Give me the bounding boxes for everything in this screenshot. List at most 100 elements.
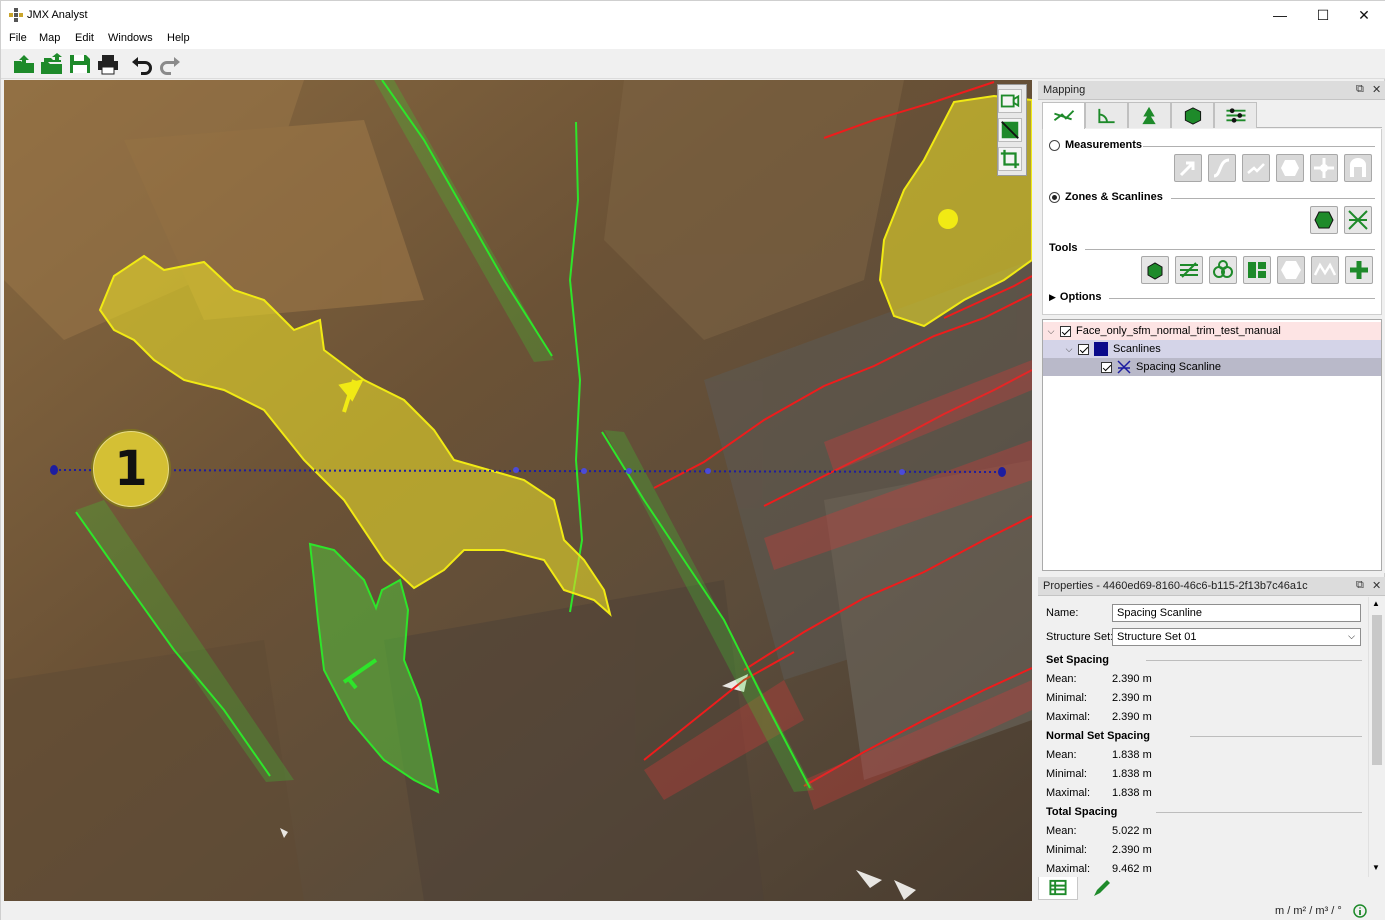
sets-tool-button[interactable] <box>1175 256 1203 284</box>
table-tab-icon[interactable] <box>1038 877 1078 900</box>
tree-row-scanlines[interactable]: ⌵ Scanlines <box>1043 340 1381 358</box>
block-tool-button[interactable] <box>1141 256 1169 284</box>
total-spacing-mean: 5.022 m <box>1112 825 1152 837</box>
plus-icon <box>1350 261 1368 279</box>
color-swatch <box>1094 342 1108 356</box>
spacing-scanline-tool-button[interactable] <box>1344 206 1372 234</box>
layout-icon <box>1248 262 1266 278</box>
zone-tool-button[interactable] <box>1310 206 1338 234</box>
block-tab-icon[interactable] <box>1171 102 1214 128</box>
set-spacing-title: Set Spacing <box>1046 654 1109 666</box>
open-project-icon[interactable] <box>40 53 64 75</box>
normal-set-spacing-title: Normal Set Spacing <box>1046 730 1150 742</box>
structure-set-label: Structure Set: <box>1046 631 1114 643</box>
menu-help[interactable]: Help <box>167 32 190 44</box>
print-icon[interactable] <box>96 53 120 75</box>
menu-map[interactable]: Map <box>39 32 60 44</box>
spacing-scanline-checkbox[interactable] <box>1101 361 1112 373</box>
undo-icon[interactable] <box>130 53 154 75</box>
total-spacing-min: 2.390 m <box>1112 844 1152 856</box>
scanline-tool-button[interactable] <box>1242 154 1270 182</box>
properties-body: Name: Spacing Scanline Structure Set: St… <box>1038 597 1368 877</box>
close-panel-icon[interactable]: ✕ <box>1372 579 1381 592</box>
chevron-down-icon[interactable]: ⌵ <box>1045 326 1057 337</box>
zones-radio[interactable] <box>1049 191 1060 203</box>
float-icon[interactable]: ⧉ <box>1356 83 1364 96</box>
zones-option[interactable]: Zones & Scanlines <box>1049 191 1163 203</box>
vegetation-tab-icon[interactable] <box>1128 102 1171 128</box>
close-panel-icon[interactable]: ✕ <box>1372 83 1381 96</box>
menu-file[interactable]: File <box>9 32 27 44</box>
mapping-content: Measurements Zones & Scanlines Tools ▶ O… <box>1042 129 1382 315</box>
scanlines-checkbox[interactable] <box>1078 343 1089 355</box>
camera-icon[interactable] <box>998 89 1022 113</box>
minimize-button[interactable]: — <box>1257 1 1303 29</box>
options-section[interactable]: ▶ Options <box>1049 291 1101 303</box>
app-logo-icon <box>9 8 23 22</box>
menu-edit[interactable]: Edit <box>75 32 94 44</box>
chevron-right-icon[interactable]: ▶ <box>1049 292 1056 303</box>
chevron-down-icon[interactable]: ⌵ <box>1063 344 1075 355</box>
tree-row-spacing-scanline[interactable]: Spacing Scanline <box>1043 358 1381 376</box>
polygon-icon <box>1281 160 1299 176</box>
surface-tool-button[interactable] <box>1277 256 1305 284</box>
structure-set-select[interactable]: Structure Set 01 ⌵ <box>1112 628 1361 646</box>
scroll-up-icon[interactable]: ▲ <box>1372 599 1380 608</box>
properties-scrollbar[interactable]: ▲ ▼ <box>1368 597 1384 877</box>
scroll-down-icon[interactable]: ▼ <box>1372 863 1380 872</box>
maximize-button[interactable]: ☐ <box>1300 1 1346 29</box>
crop-icon[interactable] <box>998 147 1022 171</box>
properties-panel-title: Properties - 4460ed69-8160-46c6-b115-2f1… <box>1043 580 1308 592</box>
chevron-down-icon: ⌵ <box>1348 631 1355 641</box>
callout-1: 1 <box>91 429 171 509</box>
wave-icon <box>1313 262 1337 276</box>
structure-set-value: Structure Set 01 <box>1117 631 1197 643</box>
tree-item-label: Spacing Scanline <box>1136 361 1222 373</box>
mapping-tabs <box>1042 102 1382 129</box>
face-plane-icon[interactable] <box>998 118 1022 142</box>
divider <box>1146 660 1362 661</box>
redo-icon[interactable] <box>158 53 182 75</box>
normal-spacing-mean-label: Mean: <box>1046 749 1077 761</box>
info-icon[interactable] <box>1353 904 1367 918</box>
profile-tool-button[interactable] <box>1311 256 1339 284</box>
main-toolbar <box>1 49 1385 79</box>
name-label: Name: <box>1046 607 1079 619</box>
sliders-tab-icon[interactable] <box>1214 102 1257 128</box>
status-bar: m / m² / m³ / ° <box>1 901 1385 920</box>
tree-group-label: Scanlines <box>1113 343 1161 355</box>
tree-row-root[interactable]: ⌵ Face_only_sfm_normal_trim_test_manual <box>1043 322 1381 340</box>
angle-tab-icon[interactable] <box>1085 102 1128 128</box>
tree-root-label: Face_only_sfm_normal_trim_test_manual <box>1076 325 1281 337</box>
scrollbar-thumb[interactable] <box>1372 615 1382 765</box>
save-icon[interactable] <box>68 53 92 75</box>
cluster-tool-button[interactable] <box>1209 256 1237 284</box>
arrow-icon <box>1179 161 1195 177</box>
divider <box>1171 198 1375 199</box>
open-folder-icon[interactable] <box>12 53 36 75</box>
polygon-tool-button[interactable] <box>1276 154 1304 182</box>
measurements-option[interactable]: Measurements <box>1049 139 1142 151</box>
tunnel-icon <box>1350 158 1366 177</box>
orientation-tool-button[interactable] <box>1174 154 1202 182</box>
trace-tool-button[interactable] <box>1208 154 1236 182</box>
tools-label: Tools <box>1049 242 1078 254</box>
name-input[interactable]: Spacing Scanline <box>1112 604 1361 622</box>
root-checkbox[interactable] <box>1060 325 1071 337</box>
add-tool-button[interactable] <box>1345 256 1373 284</box>
cluster-icon <box>1213 260 1233 278</box>
close-button[interactable]: ✕ <box>1341 1 1385 29</box>
float-icon[interactable]: ⧉ <box>1356 579 1364 592</box>
tunnel-tool-button[interactable] <box>1344 154 1372 182</box>
yellow-zone-pole-right <box>938 209 958 229</box>
measurements-radio[interactable] <box>1049 139 1060 151</box>
normal-spacing-min: 1.838 m <box>1112 768 1152 780</box>
curve-icon <box>1213 158 1230 178</box>
scanline-tab-icon[interactable] <box>1042 102 1085 129</box>
edit-tab-icon[interactable] <box>1082 877 1122 900</box>
close-icon: ✕ <box>1358 6 1370 23</box>
move-tool-button[interactable] <box>1310 154 1338 182</box>
menu-windows[interactable]: Windows <box>108 32 153 44</box>
layout-tool-button[interactable] <box>1243 256 1271 284</box>
normal-spacing-max: 1.838 m <box>1112 787 1152 799</box>
